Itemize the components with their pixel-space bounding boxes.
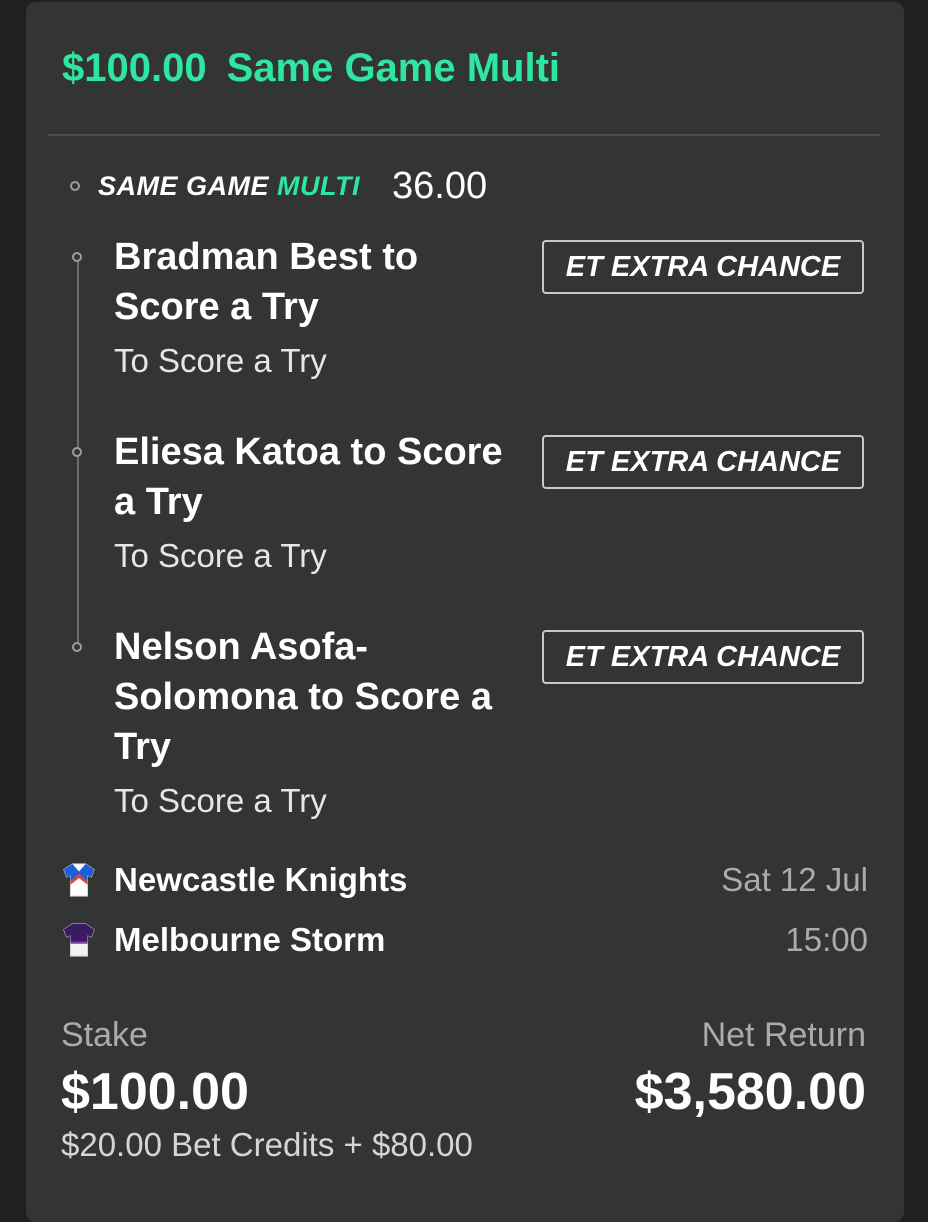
- leg-title: Nelson Asofa-Solomona to Score a Try: [114, 626, 492, 768]
- home-team-row: Newcastle Knights Sat 12 Jul: [60, 858, 868, 902]
- net-return-label: Net Return: [701, 1016, 866, 1054]
- extra-chance-badge[interactable]: ET EXTRA CHANCE: [542, 435, 864, 489]
- sgm-logo-word-2: MULTI: [277, 170, 361, 201]
- sgm-timeline-dot-icon: [70, 181, 80, 191]
- header-bet-type: Same Game Multi: [226, 46, 561, 90]
- leg-title: Eliesa Katoa to Score a Try: [114, 431, 503, 523]
- newcastle-jersey-icon: [63, 863, 95, 897]
- sgm-logo-word-1: SAME GAME: [98, 170, 270, 201]
- leg-timeline-dot-icon: [72, 642, 82, 652]
- header-divider: [48, 134, 880, 136]
- net-return-value: $3,580.00: [634, 1063, 866, 1121]
- header-stake-amount: $100.00: [62, 46, 207, 90]
- bet-card[interactable]: $100.00 Same Game Multi SAME GAME MULTI 3…: [26, 2, 904, 1222]
- sgm-odds: 36.00: [392, 164, 488, 207]
- match-date: Sat 12 Jul: [721, 861, 868, 898]
- leg-market: To Score a Try: [114, 342, 327, 379]
- extra-chance-badge[interactable]: ET EXTRA CHANCE: [542, 630, 864, 684]
- leg-market: To Score a Try: [114, 782, 327, 819]
- leg-market: To Score a Try: [114, 537, 327, 574]
- melbourne-jersey-icon: [63, 923, 95, 957]
- sgm-logo: SAME GAME MULTI: [98, 171, 360, 202]
- away-team-row: Melbourne Storm 15:00: [60, 918, 868, 962]
- stake-label: Stake: [61, 1016, 148, 1054]
- home-team-name: Newcastle Knights: [114, 861, 408, 898]
- stake-breakdown: $20.00 Bet Credits + $80.00: [61, 1126, 473, 1163]
- leg-timeline-dot-icon: [72, 447, 82, 457]
- leg-title: Bradman Best to Score a Try: [114, 236, 419, 328]
- match-time: 15:00: [785, 921, 868, 958]
- away-team-name: Melbourne Storm: [114, 921, 386, 958]
- sgm-row: SAME GAME MULTI 36.00: [70, 160, 487, 212]
- leg-timeline-dot-icon: [72, 252, 82, 262]
- extra-chance-badge[interactable]: ET EXTRA CHANCE: [542, 240, 864, 294]
- stake-value: $100.00: [61, 1063, 249, 1121]
- bet-header: $100.00 Same Game Multi: [62, 46, 560, 91]
